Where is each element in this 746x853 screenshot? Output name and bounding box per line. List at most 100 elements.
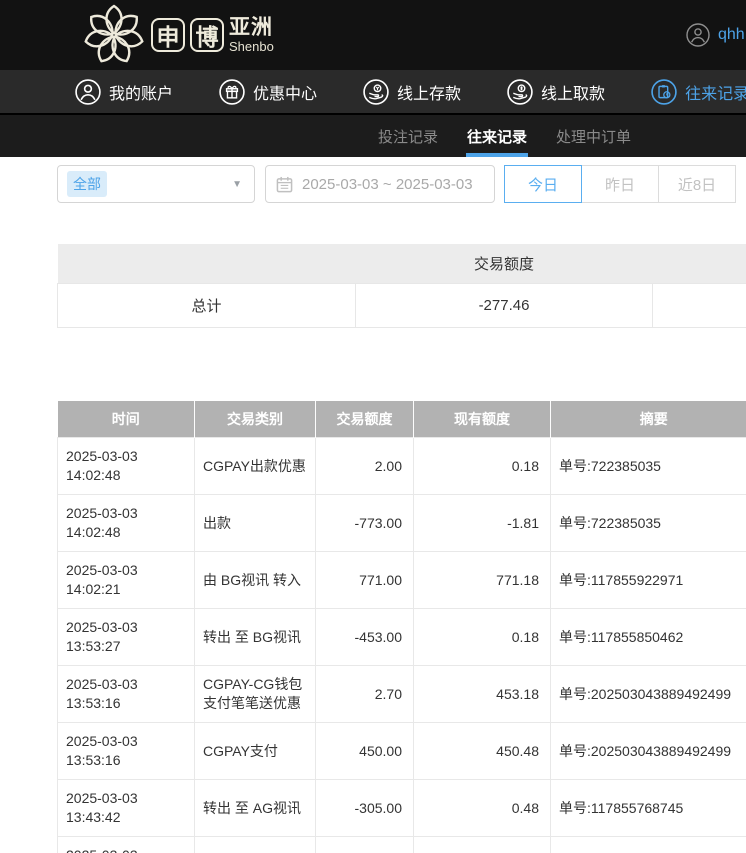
cell-summary: 单号:117855922971	[551, 552, 746, 609]
summary-empty-cell	[653, 283, 746, 327]
cell-summary: 单号:722385035	[551, 495, 746, 552]
cell-balance: 450.48	[414, 723, 551, 780]
quick-date-button-0[interactable]: 今日	[504, 165, 582, 203]
user-account[interactable]: qhh	[686, 23, 745, 47]
chevron-down-icon: ▼	[232, 179, 242, 190]
nav-item-label: 往来记录	[685, 80, 746, 104]
nav-item-1[interactable]: 优惠中心	[219, 79, 317, 105]
cell-time: 2025-03-03 13:53:16	[58, 666, 195, 723]
flower-logo-icon	[82, 3, 146, 67]
summary-table: 交易额度 总计 -277.46	[57, 244, 746, 328]
records-table: 时间交易类别交易额度现有额度摘要 2025-03-03 14:02:48CGPA…	[57, 401, 746, 853]
logo-region-text: 亚洲	[229, 17, 274, 38]
cell-type: CGPAY出款优惠	[195, 438, 316, 495]
cell-time: 2025-03-03 13:43:42	[58, 780, 195, 837]
cell-balance: 0.48	[414, 780, 551, 837]
nav-item-0[interactable]: 我的账户	[75, 79, 173, 105]
cell-summary: 单号:202503043889492499	[551, 723, 746, 780]
records-header-row: 时间交易类别交易额度现有额度摘要	[58, 401, 746, 438]
summary-header-spacer	[58, 244, 356, 283]
table-row: 2025-03-03 13:53:16CGPAY-CG钱包支付笔笔送优惠2.70…	[58, 666, 746, 723]
nav-item-label: 我的账户	[109, 80, 173, 104]
table-row: 2025-03-03 13:43:42转出 至 AG视讯-305.000.48单…	[58, 780, 746, 837]
cell-amount: -453.00	[316, 609, 414, 666]
table-row: 2025-03-03 13:42:35由 AG视讯 转入305.00305.48…	[58, 837, 746, 853]
cell-balance: 771.18	[414, 552, 551, 609]
cell-time: 2025-03-03 13:42:35	[58, 837, 195, 853]
promotions-icon	[219, 79, 245, 105]
withdraw-icon	[507, 79, 533, 105]
site-header: 申 博 亚洲 Shenbo qhh	[0, 0, 746, 70]
cell-summary: 单号:722385035	[551, 438, 746, 495]
cell-time: 2025-03-03 14:02:21	[58, 552, 195, 609]
cell-balance: 0.18	[414, 609, 551, 666]
quick-date-buttons: 今日昨日近8日	[505, 165, 736, 203]
cell-summary: 单号:117855759010	[551, 837, 746, 853]
cell-summary: 单号:202503043889492499	[551, 666, 746, 723]
summary-header-row: 交易额度	[58, 244, 746, 283]
nav-item-3[interactable]: 线上取款	[507, 79, 605, 105]
selected-type-value: 全部	[67, 171, 107, 197]
date-range-value: 2025-03-03 ~ 2025-03-03	[302, 176, 473, 193]
summary-header-spacer	[653, 244, 746, 283]
deposit-icon	[363, 79, 389, 105]
table-row: 2025-03-03 14:02:21由 BG视讯 转入771.00771.18…	[58, 552, 746, 609]
cell-amount: -773.00	[316, 495, 414, 552]
cell-amount: 771.00	[316, 552, 414, 609]
cell-type: CGPAY-CG钱包支付笔笔送优惠	[195, 666, 316, 723]
logo-char-box: 博	[190, 18, 224, 52]
table-row: 2025-03-03 13:53:27转出 至 BG视讯-453.000.18单…	[58, 609, 746, 666]
transaction-type-select[interactable]: 全部 ▼	[57, 165, 255, 203]
username-text[interactable]: qhh	[718, 26, 745, 44]
logo-char-box: 申	[151, 18, 185, 52]
logo-sub-text: Shenbo	[229, 40, 274, 53]
column-header-4: 摘要	[551, 401, 746, 438]
brand-logo: 申 博 亚洲 Shenbo	[82, 3, 274, 67]
cell-type: 转出 至 AG视讯	[195, 780, 316, 837]
cell-type: 由 AG视讯 转入	[195, 837, 316, 853]
table-row: 2025-03-03 14:02:48CGPAY出款优惠2.000.18单号:7…	[58, 438, 746, 495]
table-row: 2025-03-03 13:53:16CGPAY支付450.00450.48单号…	[58, 723, 746, 780]
nav-item-4[interactable]: 往来记录	[651, 79, 746, 105]
table-row: 2025-03-03 14:02:48出款-773.00-1.81单号:7223…	[58, 495, 746, 552]
filter-bar: 全部 ▼ 2025-03-03 ~ 2025-03-03 今日昨日近8日	[0, 163, 746, 211]
quick-date-button-2[interactable]: 近8日	[658, 165, 736, 203]
cell-balance: 305.48	[414, 837, 551, 853]
cell-type: 由 BG视讯 转入	[195, 552, 316, 609]
column-header-2: 交易额度	[316, 401, 414, 438]
cell-amount: -305.00	[316, 780, 414, 837]
column-header-0: 时间	[58, 401, 195, 438]
cell-amount: 2.70	[316, 666, 414, 723]
avatar-icon	[686, 23, 710, 47]
cell-summary: 单号:117855768745	[551, 780, 746, 837]
quick-date-button-1[interactable]: 昨日	[581, 165, 659, 203]
summary-total-label: 总计	[58, 283, 356, 327]
main-nav: 我的账户 优惠中心 线上存款 线上取款 往来记录	[0, 70, 746, 113]
cell-time: 2025-03-03 13:53:16	[58, 723, 195, 780]
nav-item-2[interactable]: 线上存款	[363, 79, 461, 105]
cell-amount: 305.00	[316, 837, 414, 853]
cell-balance: -1.81	[414, 495, 551, 552]
records-icon	[651, 79, 677, 105]
nav-item-label: 线上存款	[397, 80, 461, 104]
column-header-1: 交易类别	[195, 401, 316, 438]
cell-type: CGPAY支付	[195, 723, 316, 780]
cell-time: 2025-03-03 14:02:48	[58, 438, 195, 495]
summary-header-amount: 交易额度	[356, 244, 653, 283]
tab-0[interactable]: 投注记录	[378, 115, 438, 157]
logo-wordmark: 亚洲 Shenbo	[229, 17, 274, 53]
cell-balance: 453.18	[414, 666, 551, 723]
cell-amount: 450.00	[316, 723, 414, 780]
nav-item-label: 优惠中心	[253, 80, 317, 104]
summary-total-row: 总计 -277.46	[58, 283, 746, 327]
column-header-3: 现有额度	[414, 401, 551, 438]
summary-total-value: -277.46	[356, 283, 653, 327]
record-tabs: 投注记录往来记录处理中订单	[0, 113, 746, 157]
tab-1[interactable]: 往来记录	[467, 115, 527, 157]
cell-type: 转出 至 BG视讯	[195, 609, 316, 666]
cell-summary: 单号:117855850462	[551, 609, 746, 666]
date-range-input[interactable]: 2025-03-03 ~ 2025-03-03	[265, 165, 495, 203]
cell-time: 2025-03-03 13:53:27	[58, 609, 195, 666]
tab-2[interactable]: 处理中订单	[556, 115, 631, 157]
cell-type: 出款	[195, 495, 316, 552]
